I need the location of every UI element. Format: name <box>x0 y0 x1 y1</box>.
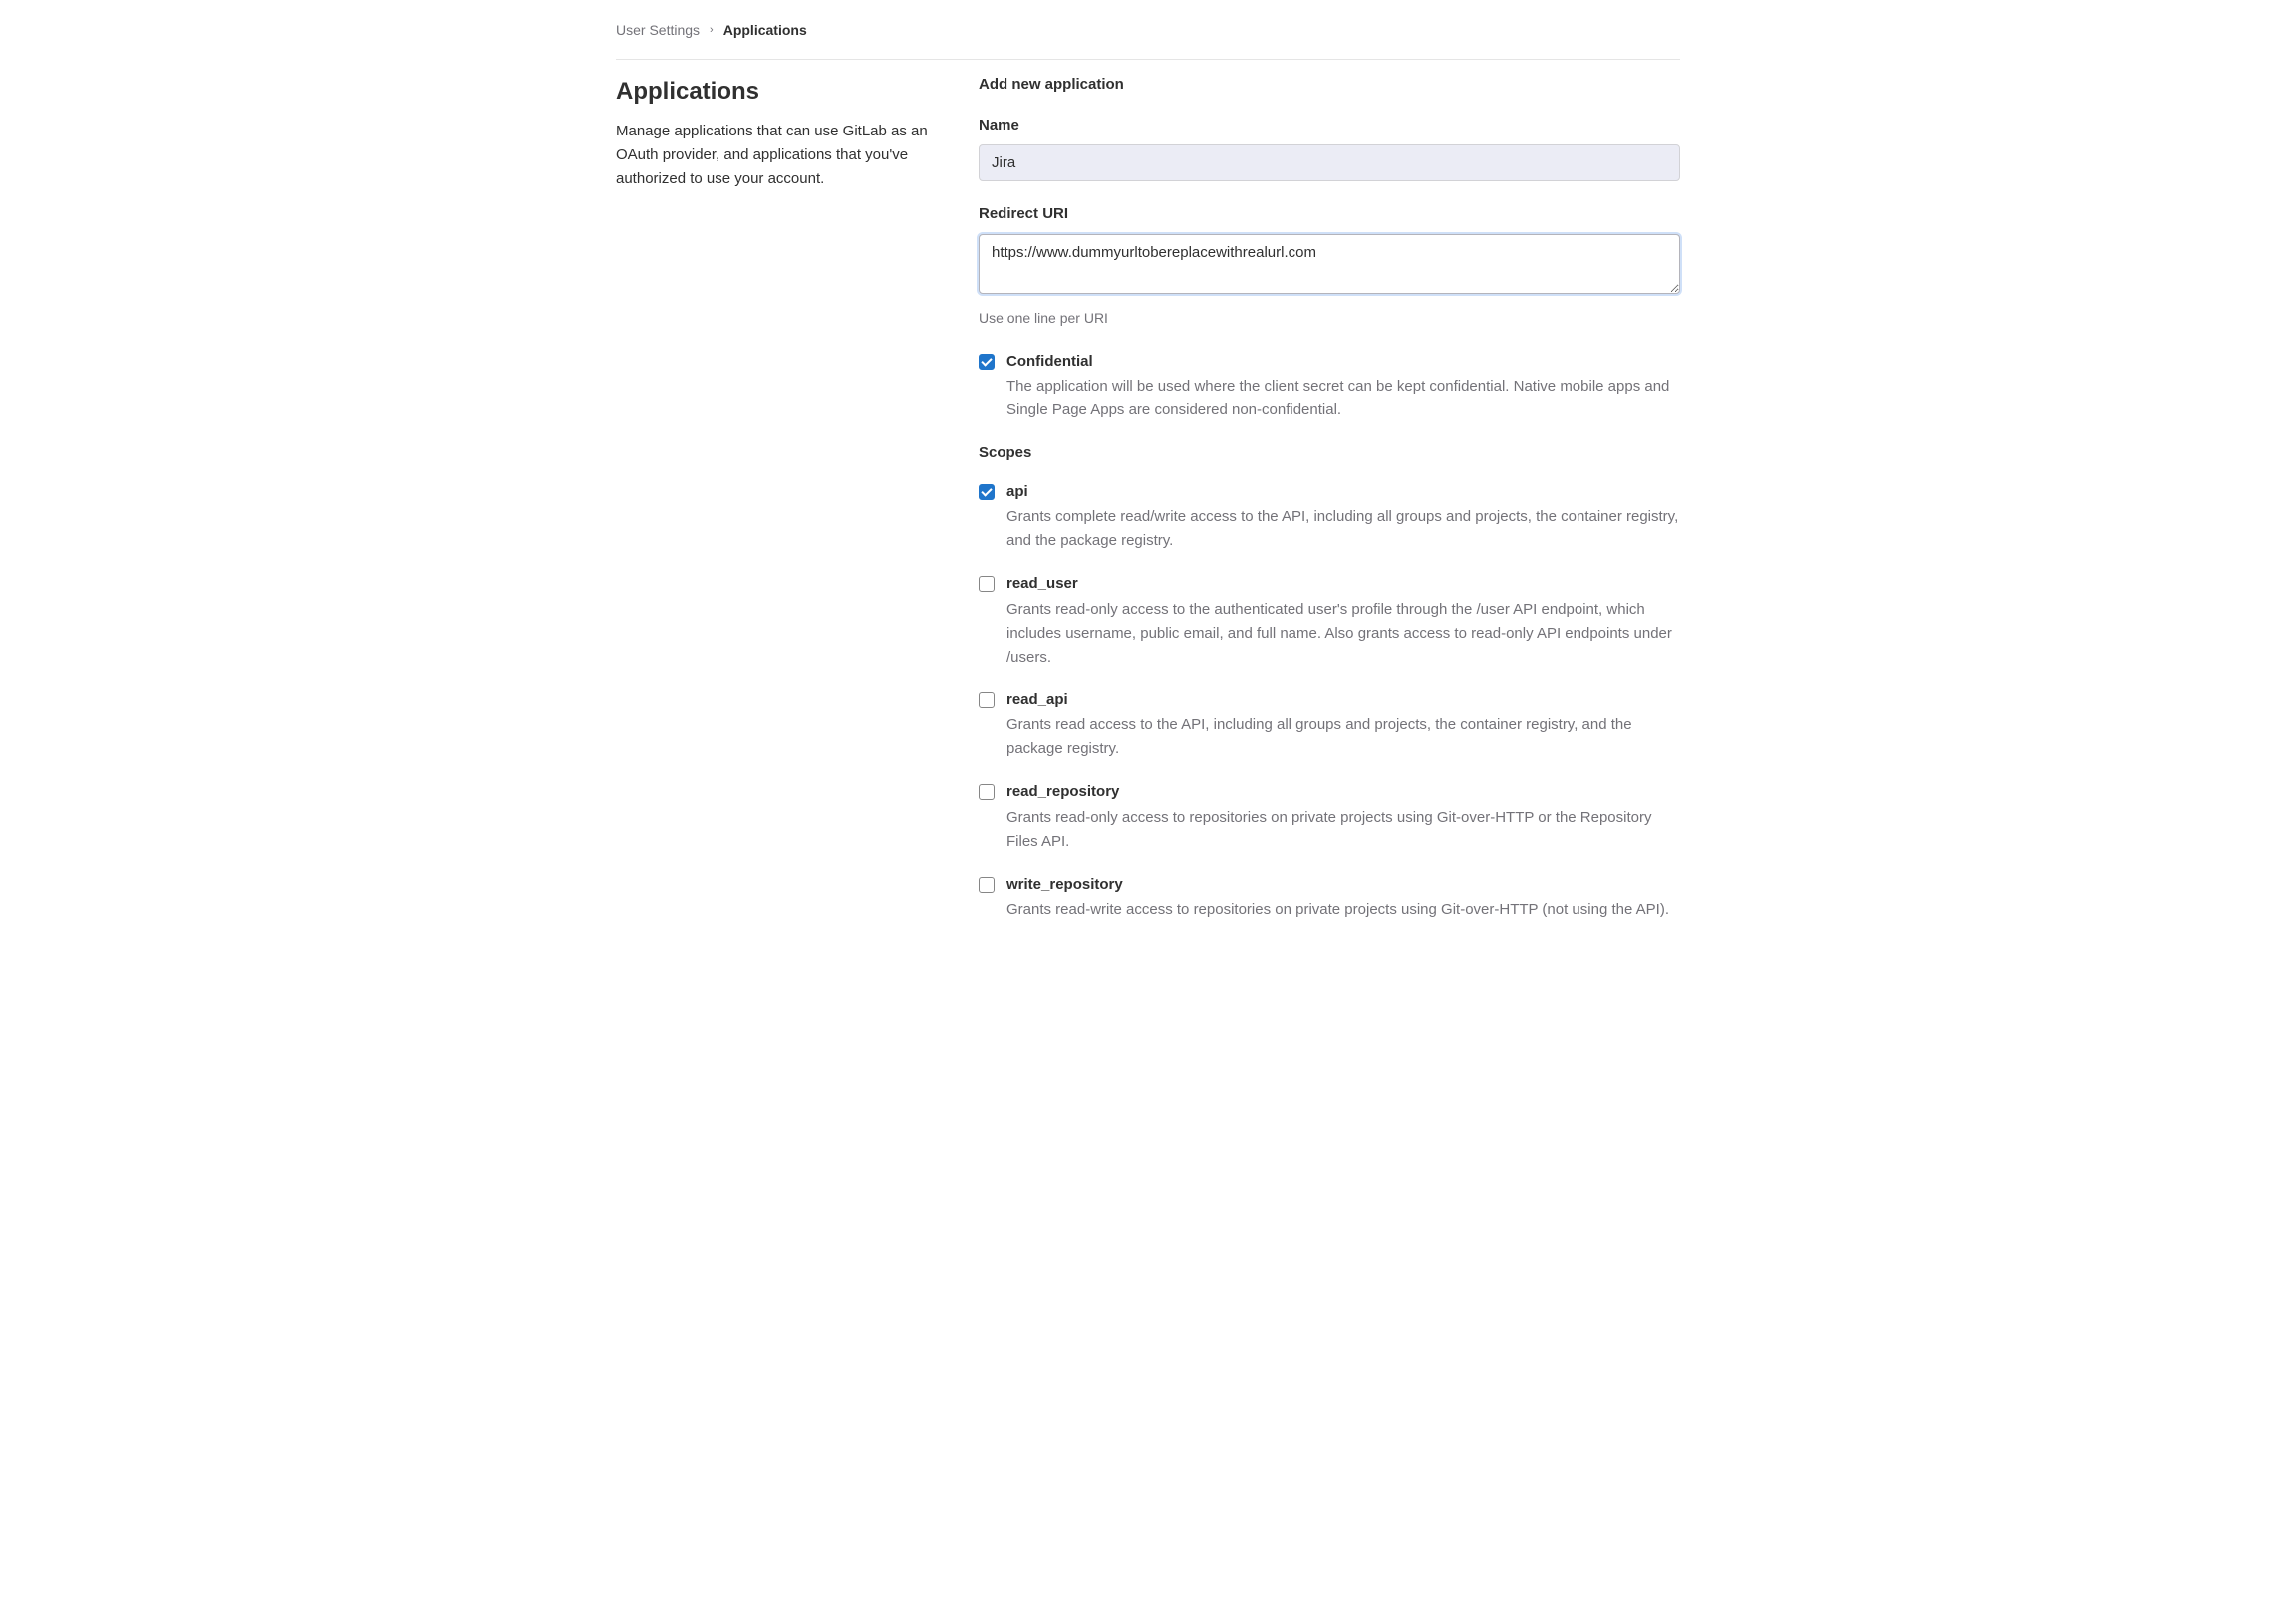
scope-label[interactable]: write_repository <box>1006 874 1123 897</box>
scope-description: Grants complete read/write access to the… <box>1006 505 1680 553</box>
scope-label[interactable]: read_user <box>1006 573 1078 596</box>
scope-checkbox-read_api[interactable] <box>979 692 995 708</box>
scope-item: read_apiGrants read access to the API, i… <box>979 689 1680 762</box>
scope-checkbox-api[interactable] <box>979 484 995 500</box>
redirect-uri-input[interactable]: https://www.dummyurltobereplacewithrealu… <box>979 234 1680 294</box>
confidential-label[interactable]: Confidential <box>1006 351 1093 374</box>
scope-checkbox-write_repository[interactable] <box>979 877 995 893</box>
page-description: Manage applications that can use GitLab … <box>616 120 955 191</box>
confidential-description: The application will be used where the c… <box>1006 375 1680 422</box>
form-main: Add new application Name Redirect URI ht… <box>979 74 1680 941</box>
scope-description: Grants read-only access to the authentic… <box>1006 598 1680 669</box>
scope-label[interactable]: api <box>1006 481 1028 504</box>
confidential-checkbox[interactable] <box>979 354 995 370</box>
scope-item: read_userGrants read-only access to the … <box>979 573 1680 669</box>
redirect-uri-label: Redirect URI <box>979 203 1680 226</box>
page-sidebar: Applications Manage applications that ca… <box>616 74 955 941</box>
scope-checkbox-read_user[interactable] <box>979 576 995 592</box>
scope-description: Grants read-only access to repositories … <box>1006 806 1680 854</box>
page-title: Applications <box>616 74 955 110</box>
scope-description: Grants read access to the API, including… <box>1006 713 1680 761</box>
chevron-right-icon: › <box>710 22 714 39</box>
breadcrumb-current: Applications <box>723 20 807 41</box>
scope-label[interactable]: read_repository <box>1006 781 1119 804</box>
form-heading: Add new application <box>979 74 1680 97</box>
name-input[interactable] <box>979 144 1680 181</box>
scope-label[interactable]: read_api <box>1006 689 1068 712</box>
scope-item: read_repositoryGrants read-only access t… <box>979 781 1680 854</box>
scope-description: Grants read-write access to repositories… <box>1006 898 1680 922</box>
scope-checkbox-read_repository[interactable] <box>979 784 995 800</box>
scope-item: apiGrants complete read/write access to … <box>979 481 1680 554</box>
scope-item: write_repositoryGrants read-write access… <box>979 874 1680 923</box>
breadcrumb-parent[interactable]: User Settings <box>616 20 700 41</box>
scopes-heading: Scopes <box>979 442 1680 465</box>
breadcrumb: User Settings › Applications <box>616 20 1680 60</box>
name-label: Name <box>979 115 1680 137</box>
redirect-uri-help: Use one line per URI <box>979 308 1680 329</box>
